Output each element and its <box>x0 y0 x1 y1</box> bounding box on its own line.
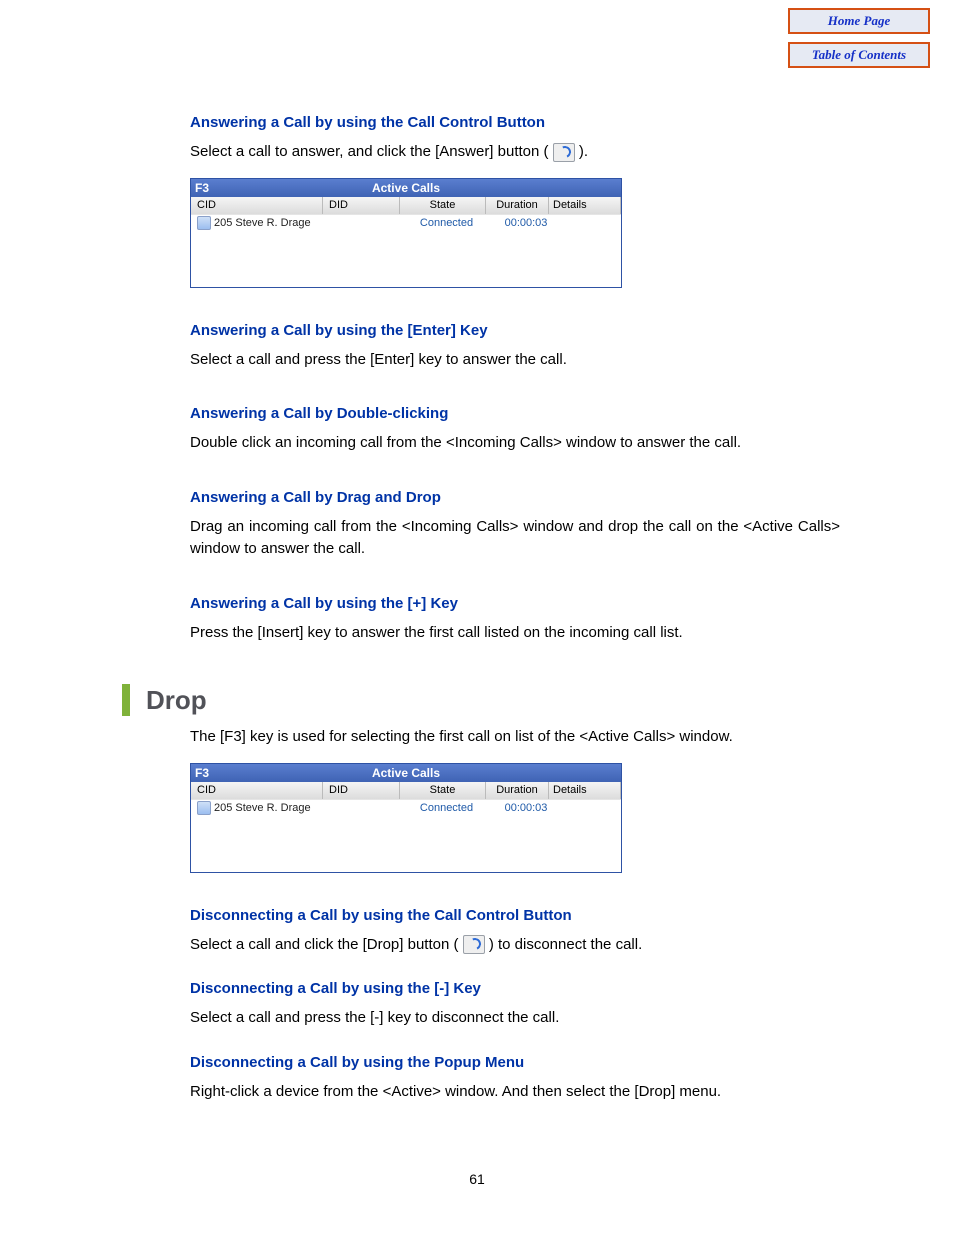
col-details: Details <box>549 197 621 214</box>
table-row[interactable]: 205 Steve R. Drage Connected 00:00:03 <box>191 799 621 816</box>
panel-title-bar: F3 Active Calls <box>191 179 621 197</box>
cell-cid: 205 Steve R. Drage <box>191 215 322 231</box>
page-number: 61 <box>0 1171 954 1187</box>
section-accent-bar <box>122 684 130 716</box>
text-answer-control-button: Select a call to answer, and click the [… <box>190 141 840 164</box>
text-disconnect-popup: Right-click a device from the <Active> w… <box>190 1081 840 1104</box>
col-details: Details <box>549 782 621 799</box>
heading-disconnect-popup: Disconnecting a Call by using the Popup … <box>190 1054 840 1071</box>
heading-answer-enter-key: Answering a Call by using the [Enter] Ke… <box>190 322 840 339</box>
answer-button-icon <box>553 143 575 162</box>
text-answer-plus-key: Press the [Insert] key to answer the fir… <box>190 622 840 645</box>
col-cid: CID <box>191 782 323 799</box>
cell-duration: 00:00:03 <box>489 215 557 231</box>
heading-answer-control-button: Answering a Call by using the Call Contr… <box>190 114 840 131</box>
table-row[interactable]: 205 Steve R. Drage Connected 00:00:03 <box>191 214 621 231</box>
heading-answer-double-click: Answering a Call by Double-clicking <box>190 405 840 422</box>
panel-fkey-label: F3 <box>195 764 209 782</box>
text-disconnect-minus-key: Select a call and press the [-] key to d… <box>190 1007 840 1030</box>
text-fragment: ) to disconnect the call. <box>489 936 642 953</box>
text-fragment: Select a call and click the [Drop] butto… <box>190 936 458 953</box>
call-row-icon <box>197 216 211 230</box>
col-did: DID <box>323 197 400 214</box>
text-answer-double-click: Double click an incoming call from the <… <box>190 432 840 455</box>
panel-empty-area <box>191 231 621 287</box>
panel-empty-area <box>191 816 621 872</box>
panel-column-headers: CID DID State Duration Details <box>191 782 621 799</box>
cell-did <box>322 215 398 231</box>
col-did: DID <box>323 782 400 799</box>
col-state: State <box>400 782 486 799</box>
cell-state: Connected <box>398 800 489 816</box>
heading-disconnect-control-button: Disconnecting a Call by using the Call C… <box>190 907 840 924</box>
cell-details <box>557 215 621 231</box>
col-state: State <box>400 197 486 214</box>
active-calls-panel: F3 Active Calls CID DID State Duration D… <box>190 763 622 873</box>
home-page-link[interactable]: Home Page <box>788 8 930 34</box>
drop-button-icon <box>463 935 485 954</box>
cell-cid: 205 Steve R. Drage <box>191 800 322 816</box>
panel-title-text: Active Calls <box>191 764 621 782</box>
heading-answer-plus-key: Answering a Call by using the [+] Key <box>190 595 840 612</box>
cell-state: Connected <box>398 215 489 231</box>
toc-link[interactable]: Table of Contents <box>788 42 930 68</box>
text-answer-drag-drop: Drag an incoming call from the <Incoming… <box>190 516 840 561</box>
text-disconnect-control-button: Select a call and click the [Drop] butto… <box>190 934 840 957</box>
call-row-icon <box>197 801 211 815</box>
cell-cid-text: 205 Steve R. Drage <box>214 800 311 816</box>
panel-column-headers: CID DID State Duration Details <box>191 197 621 214</box>
cell-details <box>557 800 621 816</box>
heading-disconnect-minus-key: Disconnecting a Call by using the [-] Ke… <box>190 980 840 997</box>
panel-fkey-label: F3 <box>195 179 209 197</box>
col-cid: CID <box>191 197 323 214</box>
text-answer-enter-key: Select a call and press the [Enter] key … <box>190 349 840 372</box>
active-calls-panel: F3 Active Calls CID DID State Duration D… <box>190 178 622 288</box>
cell-cid-text: 205 Steve R. Drage <box>214 215 311 231</box>
section-title-drop: Drop <box>146 685 207 716</box>
text-fragment: ). <box>579 143 588 160</box>
text-drop-intro: The [F3] key is used for selecting the f… <box>190 726 840 749</box>
cell-duration: 00:00:03 <box>489 800 557 816</box>
cell-did <box>322 800 398 816</box>
col-duration: Duration <box>486 782 549 799</box>
text-fragment: Select a call to answer, and click the [… <box>190 143 549 160</box>
heading-answer-drag-drop: Answering a Call by Drag and Drop <box>190 489 840 506</box>
panel-title-text: Active Calls <box>191 179 621 197</box>
col-duration: Duration <box>486 197 549 214</box>
panel-title-bar: F3 Active Calls <box>191 764 621 782</box>
